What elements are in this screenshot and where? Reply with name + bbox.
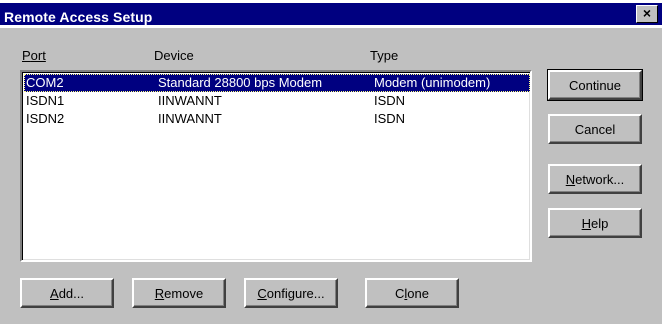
close-button[interactable]: ×: [636, 5, 658, 23]
cell-type: Modem (unimodem): [374, 75, 491, 90]
configure-label: Configure...: [257, 285, 325, 301]
configure-button[interactable]: Configure...: [244, 278, 338, 308]
remove-label: Remove: [154, 285, 204, 301]
list-row[interactable]: ISDN1 IINWANNT ISDN: [24, 92, 530, 110]
cell-type: ISDN: [374, 93, 406, 108]
cell-type: ISDN: [374, 111, 406, 126]
cell-port: ISDN2: [26, 111, 65, 126]
help-button[interactable]: Help: [548, 208, 642, 238]
mnemonic-char: l: [404, 285, 408, 301]
mnemonic-char: P: [22, 48, 31, 63]
list-row[interactable]: COM2 Standard 28800 bps Modem Modem (unimo…: [24, 74, 530, 92]
cancel-button[interactable]: Cancel: [548, 114, 642, 144]
mnemonic-char: R: [154, 285, 165, 301]
add-label: Add...: [50, 285, 84, 301]
column-header-port-mnemonic: Port: [22, 48, 46, 63]
network-button[interactable]: Network...: [548, 164, 642, 194]
remove-button[interactable]: Remove: [132, 278, 226, 308]
column-header-type: Type: [370, 48, 399, 63]
cell-device: Standard 28800 bps Modem: [158, 75, 323, 90]
clone-label: Clone: [395, 285, 429, 301]
cell-port: ISDN1: [26, 93, 65, 108]
mnemonic-char: N: [565, 171, 576, 187]
column-header-port: Port: [22, 48, 46, 63]
close-icon: ×: [642, 5, 652, 21]
cell-device: IINWANNT: [158, 93, 222, 108]
add-button[interactable]: Add...: [20, 278, 114, 308]
window-title: Remote Access Setup: [4, 9, 153, 25]
cell-port: COM2: [26, 75, 64, 90]
title-bar: Remote Access Setup ×: [0, 0, 662, 28]
list-row[interactable]: ISDN2 IINWANNT ISDN: [24, 110, 530, 128]
continue-button[interactable]: Continue: [547, 69, 643, 101]
mnemonic-char: C: [257, 285, 267, 301]
network-label: Network...: [565, 171, 625, 187]
cancel-label: Cancel: [574, 121, 616, 137]
column-header-device: Device: [154, 48, 194, 63]
mnemonic-char: H: [581, 215, 592, 231]
mnemonic-char: A: [50, 285, 59, 301]
continue-label: Continue: [568, 77, 622, 93]
title-bar-band[interactable]: Remote Access Setup: [0, 3, 662, 25]
cell-device: IINWANNT: [158, 111, 222, 126]
help-label: Help: [581, 215, 609, 231]
port-list[interactable]: COM2 Standard 28800 bps Modem Modem (unimo…: [20, 70, 532, 262]
clone-button[interactable]: Clone: [365, 278, 459, 308]
